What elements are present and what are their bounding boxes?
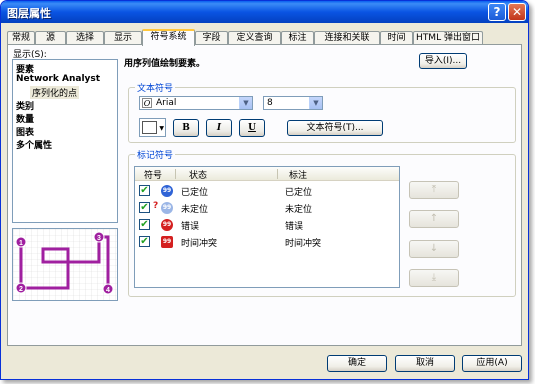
stop-marker-2: 2 xyxy=(15,282,27,294)
tab-symbology[interactable]: 符号系统 xyxy=(142,29,195,46)
font-size-combo[interactable]: 8 ▼ xyxy=(263,96,323,110)
font-type-icon: O xyxy=(142,98,152,108)
title-bar[interactable]: 图层属性 ? ✕ xyxy=(1,1,528,23)
tree-item-quantities[interactable]: 数量 xyxy=(16,112,34,125)
font-combo[interactable]: O Arial ▼ xyxy=(139,96,253,110)
row-state: 错误 xyxy=(181,222,200,232)
arrow-up-icon: ↑ xyxy=(429,213,439,224)
row-label[interactable]: 未定位 xyxy=(285,202,312,215)
located-marker-icon: 99 xyxy=(161,185,173,197)
route-preview-graphic: 1 2 3 4 xyxy=(13,229,117,300)
arrow-down-icon: ↓ xyxy=(429,243,439,254)
list-header: 符号 状态 标注 xyxy=(135,167,399,181)
text-symbol-button[interactable]: 文本符号(T)... xyxy=(287,120,383,136)
route-preview: 1 2 3 4 xyxy=(12,228,118,301)
move-to-top-button[interactable]: ⤒ xyxy=(409,181,459,199)
svg-text:3: 3 xyxy=(97,235,101,242)
move-to-bottom-icon: ⤓ xyxy=(431,272,437,283)
row-label[interactable]: 时间冲突 xyxy=(285,236,321,249)
move-down-button[interactable]: ↓ xyxy=(409,240,459,258)
row-label[interactable]: 错误 xyxy=(285,219,303,232)
time-violation-marker-icon: 99 xyxy=(161,236,173,248)
cancel-button[interactable]: 取消 xyxy=(395,355,455,372)
close-button[interactable]: ✕ xyxy=(508,3,526,21)
color-swatch xyxy=(142,121,157,134)
svg-text:2: 2 xyxy=(19,286,23,293)
tree-item-charts[interactable]: 图表 xyxy=(16,125,34,138)
row-label[interactable]: 已定位 xyxy=(285,185,312,198)
tab-time[interactable]: 时间 xyxy=(380,31,413,45)
row-state: 时间冲突 xyxy=(181,239,218,249)
svg-text:1: 1 xyxy=(19,240,23,247)
list-row-unlocated[interactable]: ✔ ? 99 未定位 未定位 xyxy=(135,200,399,216)
tab-fields[interactable]: 字段 xyxy=(195,31,228,45)
column-divider xyxy=(175,169,176,179)
row-checkbox[interactable]: ✔ xyxy=(139,185,150,196)
apply-button[interactable]: 应用(A) xyxy=(462,355,522,372)
marker-symbol-title: 标记符号 xyxy=(135,148,176,161)
underline-button[interactable]: U xyxy=(239,119,265,137)
error-marker-icon: 99 xyxy=(161,219,173,231)
move-up-button[interactable]: ↑ xyxy=(409,210,459,228)
stop-marker-1: 1 xyxy=(15,236,27,248)
tree-item-network-analyst[interactable]: Network Analyst xyxy=(16,74,100,84)
row-checkbox[interactable]: ✔ xyxy=(139,236,150,247)
question-icon: ? xyxy=(153,201,159,211)
italic-button[interactable]: I xyxy=(206,119,232,137)
tree-item-multiple-attributes[interactable]: 多个属性 xyxy=(16,138,52,151)
tab-general[interactable]: 常规 xyxy=(7,31,35,45)
chevron-down-icon[interactable]: ▼ xyxy=(239,97,252,109)
tree-item-categories[interactable]: 类别 xyxy=(16,99,34,112)
tab-display[interactable]: 显示 xyxy=(104,31,142,45)
marker-symbol-list[interactable]: 符号 状态 标注 ✔ 99 已定位 已定位 ✔ ? 99 未定位 未定位 ✔ 9… xyxy=(134,166,400,288)
tab-labels[interactable]: 标注 xyxy=(281,31,314,45)
stop-marker-4: 4 xyxy=(102,283,114,295)
bold-button[interactable]: B xyxy=(173,119,199,137)
chevron-down-icon: ▼ xyxy=(159,125,164,132)
list-row-located[interactable]: ✔ 99 已定位 已定位 xyxy=(135,183,399,199)
tree-item-sequenced-points[interactable]: 序列化的点 xyxy=(30,86,80,99)
color-picker[interactable]: ▼ xyxy=(139,118,166,137)
chevron-down-icon[interactable]: ▼ xyxy=(309,97,322,109)
window-title: 图层属性 xyxy=(7,7,51,20)
stop-marker-3: 3 xyxy=(93,231,105,243)
tab-definition-query[interactable]: 定义查询 xyxy=(228,31,281,45)
help-button[interactable]: ? xyxy=(488,3,506,21)
list-row-time-violation[interactable]: ✔ 99 时间冲突 时间冲突 xyxy=(135,234,399,250)
list-row-error[interactable]: ✔ 99 错误 错误 xyxy=(135,217,399,233)
column-state[interactable]: 状态 xyxy=(189,168,207,181)
column-label[interactable]: 标注 xyxy=(289,168,307,181)
row-state: 已定位 xyxy=(181,188,209,198)
renderer-description: 用序列值绘制要素。 xyxy=(124,59,206,69)
row-checkbox[interactable]: ✔ xyxy=(139,202,150,213)
row-checkbox[interactable]: ✔ xyxy=(139,219,150,230)
unlocated-marker-icon: 99 xyxy=(161,202,173,214)
move-to-bottom-button[interactable]: ⤓ xyxy=(409,269,459,287)
tab-html-popup[interactable]: HTML 弹出窗口 xyxy=(413,31,483,45)
import-button[interactable]: 导入(I)... xyxy=(419,53,467,69)
tab-source[interactable]: 源 xyxy=(35,31,66,45)
tab-joins-relates[interactable]: 连接和关联 xyxy=(314,31,380,45)
renderer-tree[interactable]: 要素 Network Analyst 序列化的点 类别 数量 图表 多个属性 xyxy=(12,59,118,223)
row-state: 未定位 xyxy=(181,205,209,215)
column-symbol[interactable]: 符号 xyxy=(144,168,162,181)
text-symbol-title: 文本符号 xyxy=(135,81,176,94)
font-value: Arial xyxy=(156,98,177,108)
column-divider xyxy=(277,169,278,179)
ok-button[interactable]: 确定 xyxy=(327,355,387,372)
move-to-top-icon: ⤒ xyxy=(431,184,437,195)
layer-properties-dialog: 图层属性 ? ✕ 常规 源 选择 显示 符号系统 字段 定义查询 标注 连接和关… xyxy=(0,0,529,380)
tab-selection[interactable]: 选择 xyxy=(66,31,104,45)
svg-text:4: 4 xyxy=(106,287,110,294)
font-size-value: 8 xyxy=(267,98,273,108)
